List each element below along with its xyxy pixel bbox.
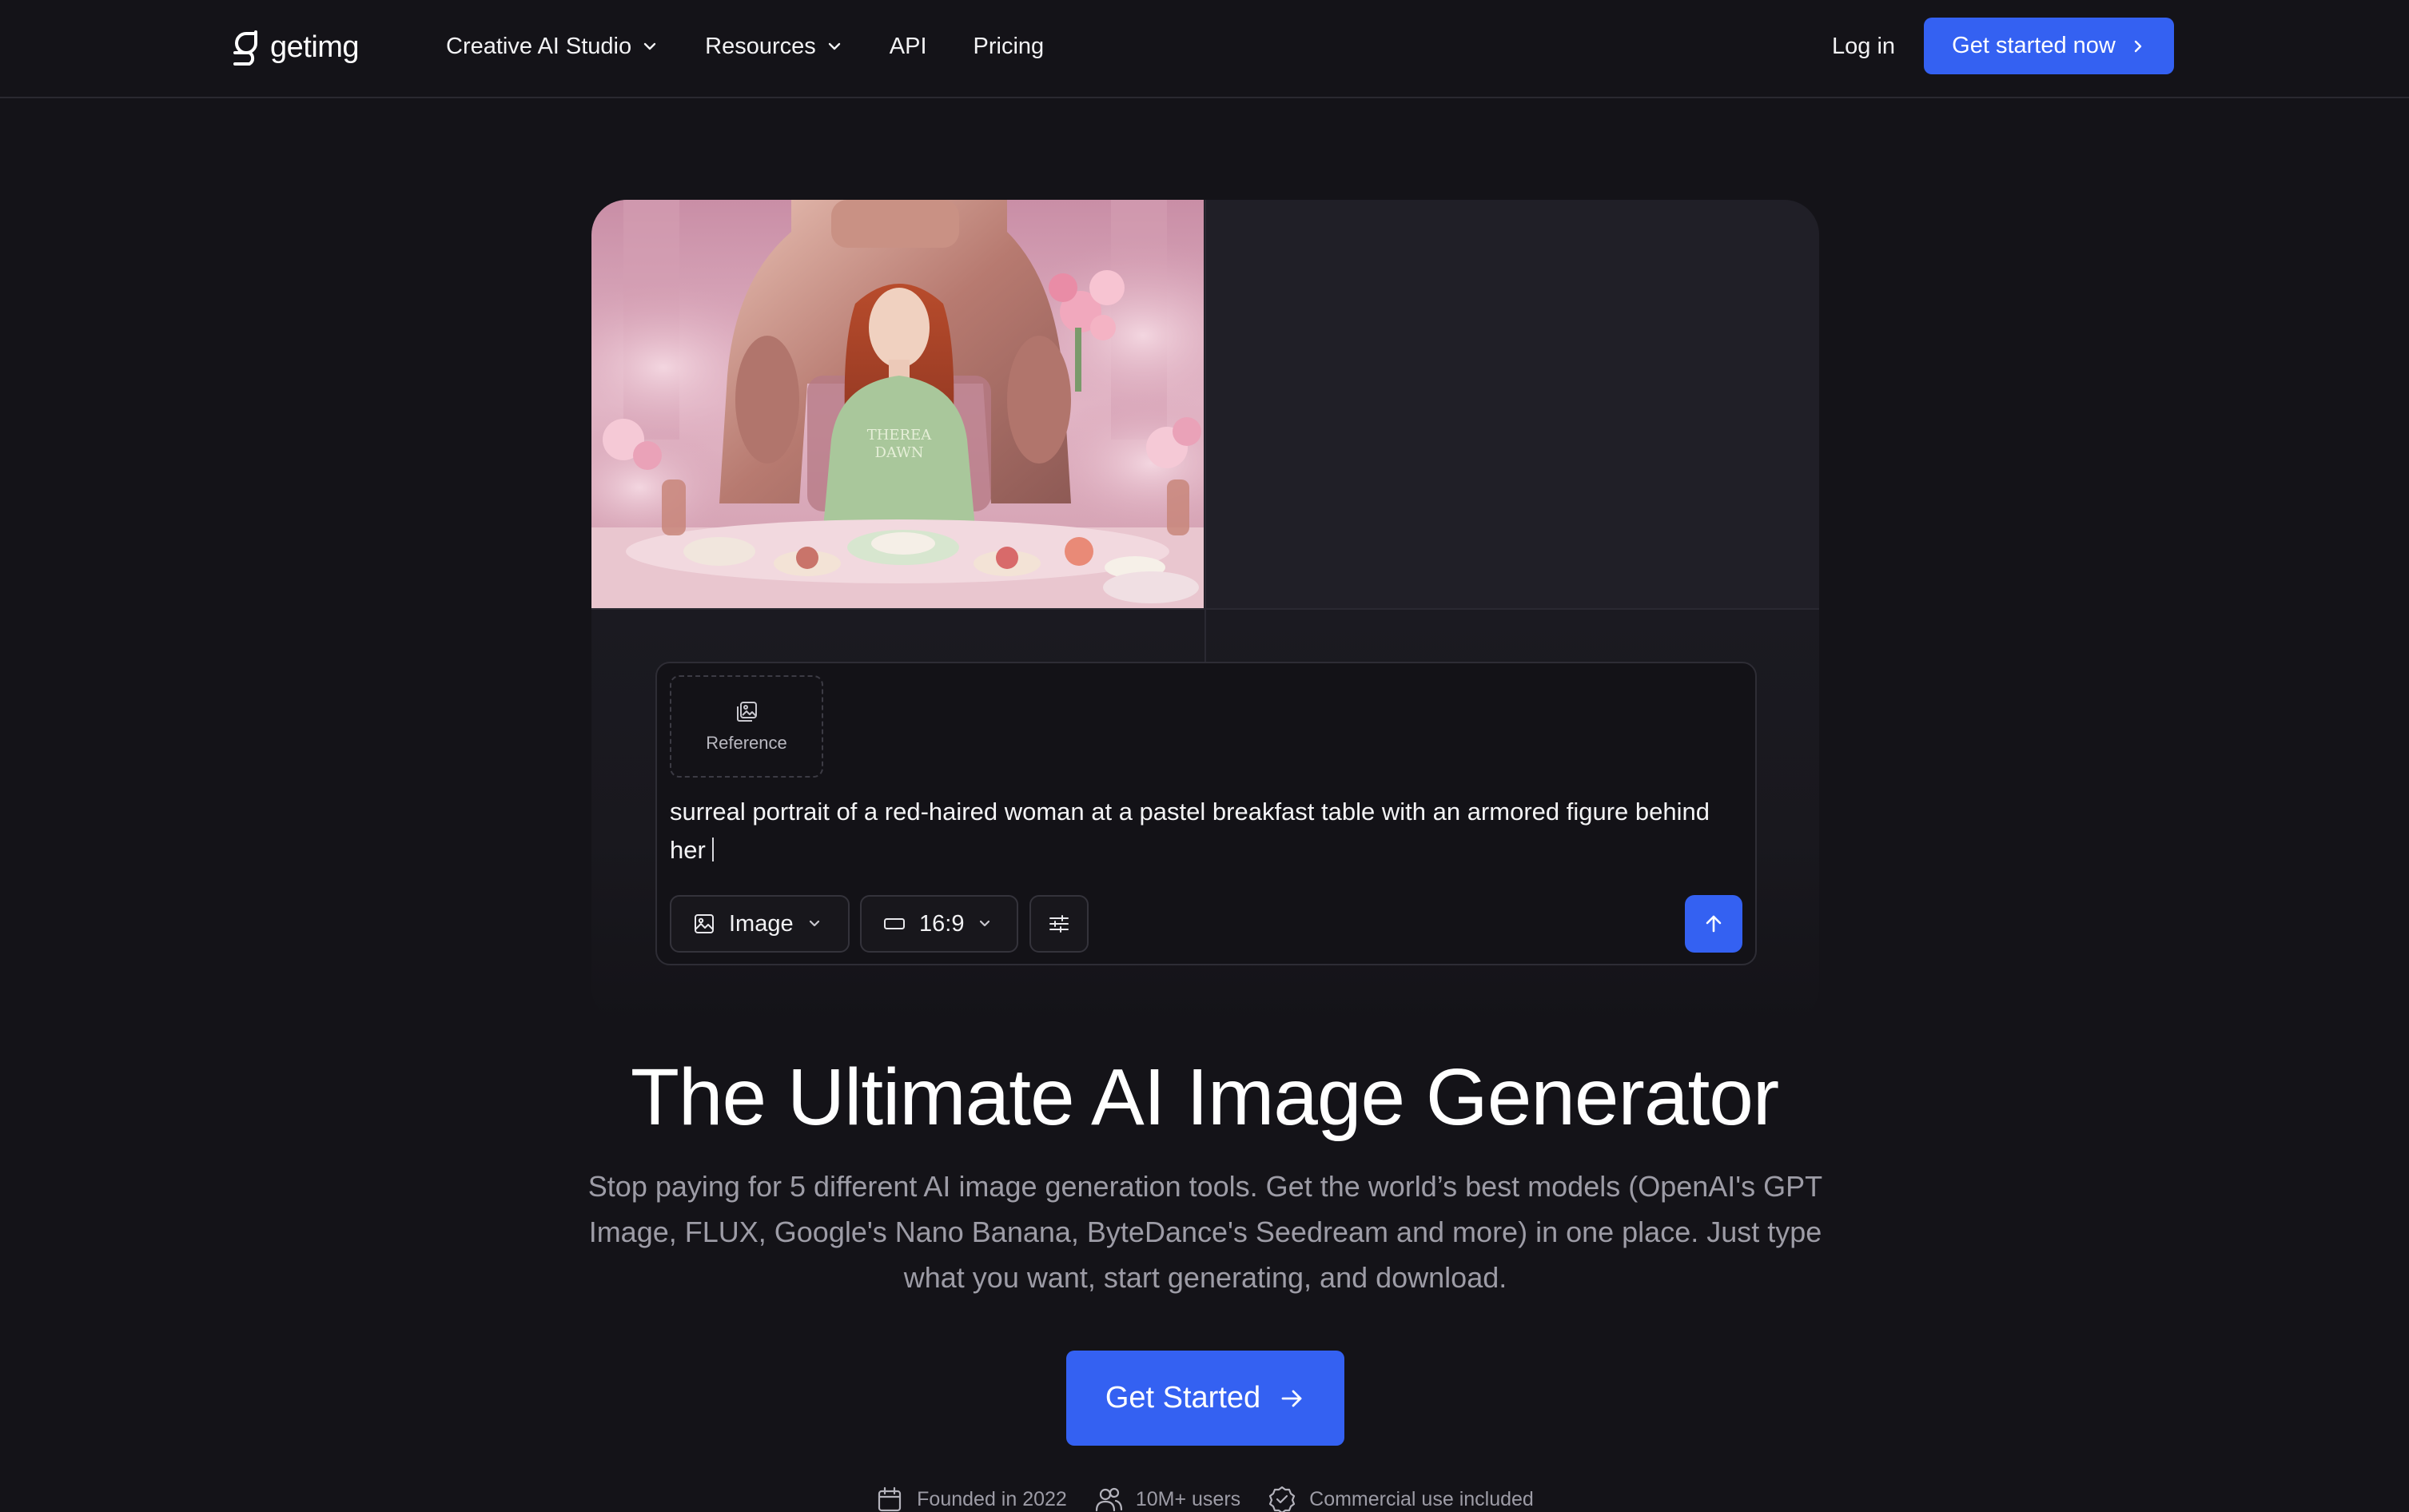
badge-commercial: Commercial use included	[1268, 1485, 1534, 1512]
badge-users: 10M+ users	[1094, 1485, 1240, 1512]
svg-text:THEREA: THEREA	[867, 427, 933, 444]
nav-item-resources[interactable]: Resources	[705, 34, 843, 60]
generator-preview-card: THEREA DAWN Reference surreal portrait o…	[591, 200, 1819, 1023]
nav-item-label: Creative AI Studio	[446, 33, 632, 59]
users-icon	[1095, 1487, 1122, 1512]
nav-item-api[interactable]: API	[890, 34, 927, 60]
chevron-down-icon	[828, 42, 840, 50]
brand-logo[interactable]: getimg	[232, 26, 360, 69]
get-started-label: Get Started	[1105, 1381, 1261, 1415]
prompt-composer: Reference surreal portrait of a red-hair…	[655, 662, 1757, 965]
image-icon	[695, 914, 714, 933]
chevron-down-icon	[809, 920, 819, 927]
main-nav: Creative AI Studio Resources API Pricing	[446, 26, 1090, 66]
mode-select[interactable]: Image	[670, 895, 850, 953]
badge-label: 10M+ users	[1135, 1487, 1241, 1510]
chevron-down-icon	[643, 42, 656, 50]
get-started-now-button[interactable]: Get started now	[1924, 18, 2174, 74]
aspect-ratio-select[interactable]: 16:9	[860, 895, 1018, 953]
sliders-icon	[1049, 915, 1069, 933]
brand-name: getimg	[270, 30, 360, 64]
hero-subtitle: Stop paying for 5 different AI image gen…	[587, 1170, 1823, 1294]
chevron-down-icon	[980, 920, 990, 927]
mode-select-value: Image	[729, 910, 794, 937]
generate-submit-button[interactable]	[1685, 895, 1742, 953]
reference-upload-button[interactable]: Reference	[670, 675, 823, 778]
aspect-ratio-value: 16:9	[919, 910, 965, 937]
nav-item-label: API	[889, 33, 927, 59]
chevron-right-icon	[2134, 40, 2142, 52]
nav-item-label: Resources	[705, 33, 816, 59]
advanced-settings-button[interactable]	[1029, 895, 1089, 953]
badge-label: Founded in 2022	[917, 1487, 1067, 1510]
get-started-button[interactable]: Get Started	[1066, 1351, 1344, 1446]
arrow-up-icon	[1706, 915, 1722, 933]
nav-item-label: Pricing	[973, 33, 1045, 59]
svg-text:DAWN: DAWN	[875, 444, 924, 461]
top-navigation-bar: getimg Creative AI Studio Resources API …	[0, 0, 2409, 98]
prompt-input[interactable]: surreal portrait of a red-haired woman a…	[670, 793, 1741, 869]
check-badge-icon	[1269, 1486, 1296, 1512]
reference-label: Reference	[706, 733, 787, 753]
image-add-icon	[737, 702, 757, 722]
nav-item-creative-ai-studio[interactable]: Creative AI Studio	[446, 34, 659, 60]
divider	[1204, 200, 1206, 663]
login-link[interactable]: Log in	[1832, 26, 1895, 66]
trust-badges: Founded in 2022 10M+ users Commercial us…	[0, 1483, 2409, 1512]
getimg-logo-icon	[233, 30, 257, 66]
nav-item-pricing[interactable]: Pricing	[974, 34, 1045, 60]
badge-label: Commercial use included	[1309, 1487, 1534, 1510]
get-started-now-label: Get started now	[1952, 33, 2116, 58]
badge-founded: Founded in 2022	[875, 1485, 1067, 1512]
prompt-text-value: surreal portrait of a red-haired woman a…	[670, 798, 1710, 864]
text-caret	[711, 838, 714, 861]
hero-title: The Ultimate AI Image Generator	[630, 1052, 1779, 1142]
arrow-right-icon	[1281, 1390, 1302, 1407]
generated-image: THEREA DAWN	[591, 200, 1204, 608]
calendar-icon	[878, 1486, 902, 1512]
aspect-ratio-icon	[884, 918, 905, 929]
empty-preview-slot	[1205, 200, 1819, 609]
